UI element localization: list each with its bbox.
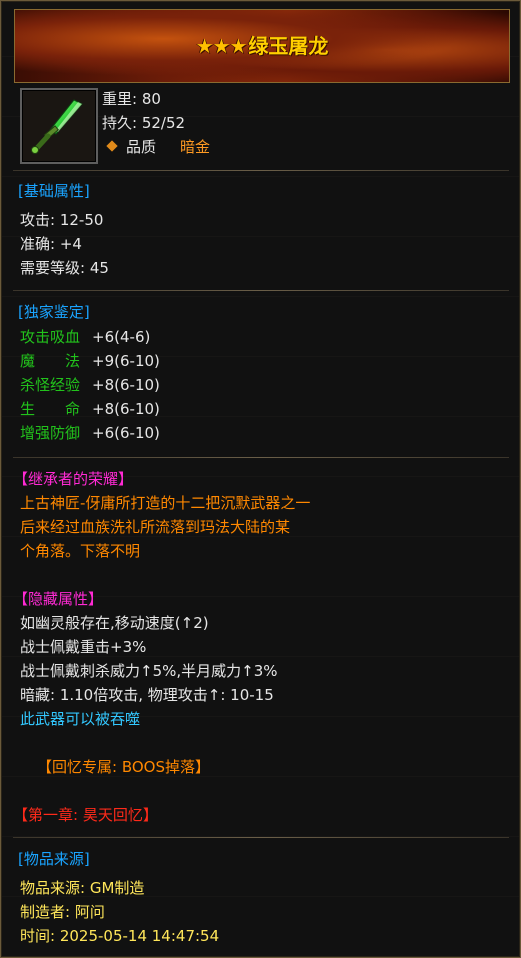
basic-attributes-header: [基础属性] xyxy=(18,182,90,200)
hidden-attr-line: 战士佩戴刺杀威力↑5%,半月威力↑3% xyxy=(20,662,278,680)
unique-attr-row: 魔 法 +9(6-10) xyxy=(20,349,160,373)
lore-text-line: 个角落。下落不明 xyxy=(20,542,141,560)
item-title: ★★★ 绿玉屠龙 xyxy=(15,34,509,58)
unique-attr-value: +6 xyxy=(92,424,115,442)
divider xyxy=(13,290,509,291)
hidden-attr-line: 战士佩戴重击+3% xyxy=(20,638,147,656)
item-title-banner: ★★★ 绿玉屠龙 xyxy=(14,9,510,83)
unique-attr-name: 攻击吸血 xyxy=(20,328,81,346)
durability-stat: 持久: 52/52 xyxy=(102,114,186,132)
hidden-attr-line: 如幽灵般存在,移动速度(↑2) xyxy=(20,614,209,632)
item-source-header: [物品来源] xyxy=(18,850,90,868)
unique-attr-value: +6 xyxy=(92,328,115,346)
attack-stat: 攻击: 12-50 xyxy=(20,211,104,229)
unique-attr-value: +8 xyxy=(92,376,115,394)
unique-identify-header: [独家鉴定] xyxy=(18,303,90,321)
memory-exclusive-label: 【回忆专属: BOOS掉落】 xyxy=(37,758,210,776)
unique-attr-range: (4-6) xyxy=(114,328,151,346)
item-name: 绿玉屠龙 xyxy=(248,34,329,58)
jade-sword-icon xyxy=(31,99,83,154)
hidden-attributes-header: 【隐藏属性】 xyxy=(13,590,104,608)
heritage-honor-header: 【继承者的荣耀】 xyxy=(13,470,134,488)
lore-text-line: 上古神匠-伢庸所打造的十二把沉默武器之一 xyxy=(20,494,311,512)
unique-attr-name: 增强防御 xyxy=(20,424,81,442)
divider xyxy=(13,170,509,171)
divider xyxy=(13,837,509,838)
item-origin: 物品来源: GM制造 xyxy=(20,879,145,897)
diamond-icon xyxy=(106,140,118,152)
unique-attr-range: (6-10) xyxy=(114,424,160,442)
item-created-time: 时间: 2025-05-14 14:47:54 xyxy=(20,927,220,945)
lore-text-line: 后来经过血族洗礼所流落到玛法大陆的某 xyxy=(20,518,291,536)
unique-attr-range: (6-10) xyxy=(114,376,160,394)
unique-attr-name: 魔 法 xyxy=(20,352,81,370)
unique-attr-row: 攻击吸血 +6(4-6) xyxy=(20,325,150,349)
item-tooltip: ★★★ 绿玉屠龙 重里: 80 持久: 52/52 品质 暗金 [基础属性] 攻击:… xyxy=(0,0,521,958)
item-maker: 制造者: 阿问 xyxy=(20,903,105,921)
unique-attr-name: 杀怪经验 xyxy=(20,376,81,394)
unique-attr-range: (6-10) xyxy=(114,400,160,418)
chapter-label: 【第一章: 昊天回忆】 xyxy=(13,806,158,824)
unique-attr-name: 生 命 xyxy=(20,400,81,418)
unique-attr-range: (6-10) xyxy=(114,352,160,370)
unique-attr-row: 生 命 +8(6-10) xyxy=(20,397,160,421)
unique-attr-row: 杀怪经验 +8(6-10) xyxy=(20,373,160,397)
divider xyxy=(13,457,509,458)
unique-attr-value: +9 xyxy=(92,352,115,370)
unique-attr-row: 增强防御 +6(6-10) xyxy=(20,421,160,445)
accuracy-stat: 准确: +4 xyxy=(20,235,82,253)
hidden-attr-line: 暗藏: 1.10倍攻击, 物理攻击↑: 10-15 xyxy=(20,686,274,704)
item-icon-frame[interactable] xyxy=(20,88,98,164)
required-level-stat: 需要等级: 45 xyxy=(20,259,109,277)
devour-note: 此武器可以被吞噬 xyxy=(20,710,141,728)
star-rating-icon: ★★★ xyxy=(195,34,248,58)
weight-stat: 重里: 80 xyxy=(102,90,161,108)
quality-value: 暗金 xyxy=(180,138,211,156)
unique-attr-value: +8 xyxy=(92,400,115,418)
quality-row: 品质 暗金 xyxy=(106,135,211,159)
quality-label: 品质 xyxy=(126,138,157,156)
